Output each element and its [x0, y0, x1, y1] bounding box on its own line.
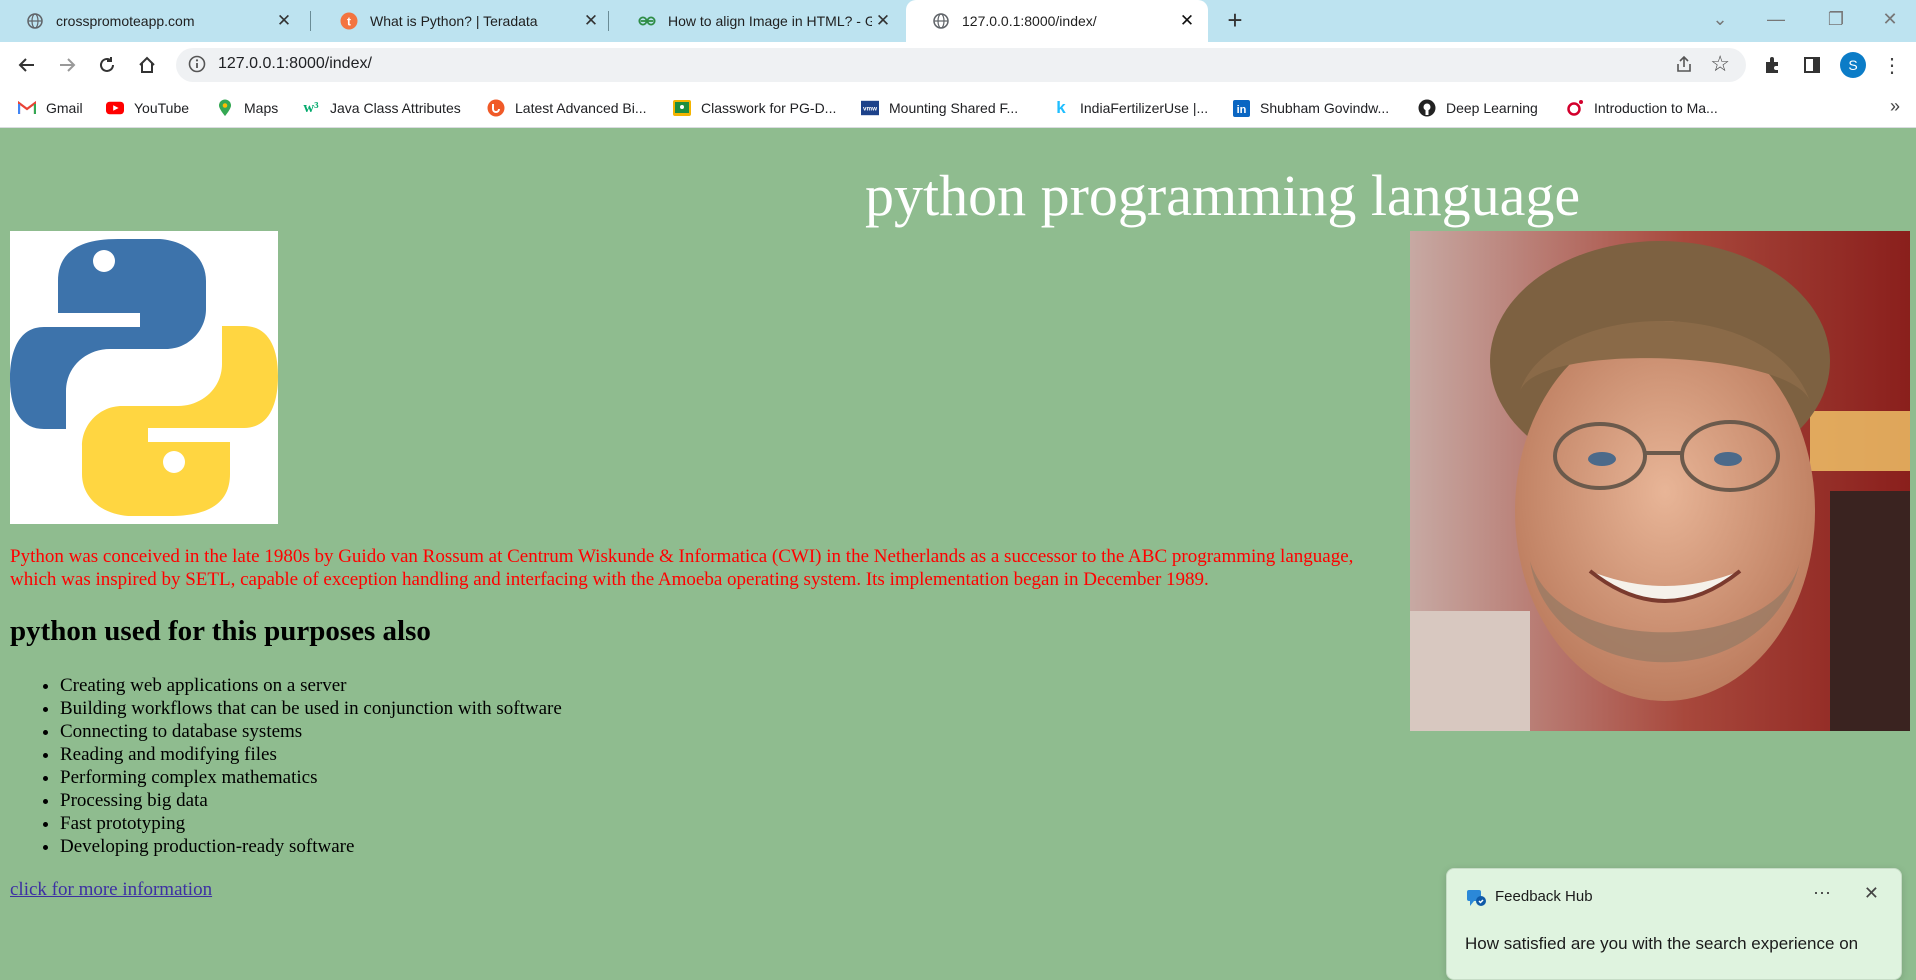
- bookmark-label: Latest Advanced Bi...: [515, 100, 647, 116]
- tab-title: What is Python? | Teradata: [370, 13, 538, 29]
- url-text[interactable]: 127.0.0.1:8000/index/: [218, 55, 372, 73]
- list-item: Reading and modifying files: [60, 743, 562, 766]
- reload-icon[interactable]: [93, 51, 121, 79]
- more-options-icon[interactable]: ⋯: [1813, 883, 1831, 904]
- page-title: python programming language: [865, 163, 1581, 228]
- bookmark-java-class-attributes[interactable]: w³ Java Class Attributes: [302, 88, 461, 128]
- feedback-hub-icon: [1465, 887, 1487, 909]
- window-close-icon[interactable]: ✕: [1860, 0, 1916, 42]
- page-content: python programming language Python was c…: [0, 128, 1916, 957]
- purposes-list: Creating web applications on a server Bu…: [10, 674, 562, 858]
- feedback-hub-title: Feedback Hub: [1495, 888, 1593, 905]
- bookmark-mounting-shared[interactable]: vmw Mounting Shared F...: [861, 88, 1018, 128]
- tab-separator: [608, 11, 609, 31]
- close-icon[interactable]: ✕: [872, 11, 894, 31]
- list-item: Connecting to database systems: [60, 720, 562, 743]
- extensions-icon[interactable]: [1758, 51, 1786, 79]
- oreilly-icon: [1566, 99, 1584, 117]
- teradata-icon: t: [340, 12, 358, 30]
- close-icon[interactable]: ✕: [1864, 883, 1879, 904]
- list-item: Fast prototyping: [60, 812, 562, 835]
- bookmark-linkedin[interactable]: in Shubham Govindw...: [1232, 88, 1389, 128]
- close-icon[interactable]: ✕: [273, 11, 295, 31]
- close-icon[interactable]: ✕: [1176, 11, 1198, 31]
- profile-avatar[interactable]: S: [1840, 52, 1866, 78]
- bookmark-label: Java Class Attributes: [330, 100, 461, 116]
- python-logo-image: [10, 231, 278, 524]
- bookmarks-overflow-button[interactable]: »: [1890, 96, 1900, 117]
- share-icon[interactable]: [1674, 54, 1694, 79]
- bookmark-label: Shubham Govindw...: [1260, 100, 1390, 116]
- bookmark-star-icon[interactable]: ☆: [1710, 51, 1730, 77]
- close-icon[interactable]: ✕: [580, 11, 602, 31]
- bookmark-label: Gmail: [46, 100, 83, 116]
- intro-paragraph: Python was conceived in the late 1980s b…: [10, 546, 1354, 590]
- menu-kebab-icon[interactable]: ⋮: [1878, 51, 1906, 79]
- bookmark-label: YouTube: [134, 100, 190, 116]
- bookmarks-bar: Gmail YouTube Maps w³ Java Class Attribu…: [0, 88, 1916, 128]
- home-icon[interactable]: [133, 51, 161, 79]
- github-icon: [1418, 99, 1436, 117]
- forward-arrow-icon[interactable]: [53, 51, 81, 79]
- bookmark-deep-learning[interactable]: Deep Learning: [1418, 88, 1538, 128]
- bookmark-classwork[interactable]: Classwork for PG-D...: [673, 88, 836, 128]
- bookmark-latest-advanced[interactable]: Latest Advanced Bi...: [487, 88, 647, 128]
- vmware-icon: vmw: [861, 99, 879, 117]
- new-tab-button[interactable]: +: [1220, 6, 1250, 36]
- maps-icon: [216, 99, 234, 117]
- youtube-icon: [106, 99, 124, 117]
- bookmark-introduction[interactable]: Introduction to Ma...: [1566, 88, 1718, 128]
- svg-text:in: in: [1236, 104, 1246, 116]
- address-bar[interactable]: 127.0.0.1:8000/index/ ☆: [176, 48, 1746, 82]
- gfg-icon: [638, 12, 656, 30]
- list-item: Building workflows that can be used in c…: [60, 697, 562, 720]
- back-arrow-icon[interactable]: [13, 51, 41, 79]
- tab-gfg[interactable]: How to align Image in HTML? - G ✕: [612, 0, 904, 42]
- list-item: Processing big data: [60, 789, 562, 812]
- guido-van-rossum-photo: [1410, 231, 1910, 731]
- toolbar: 127.0.0.1:8000/index/ ☆ S ⋮: [0, 42, 1916, 88]
- globe-icon: [26, 12, 44, 30]
- section-heading: python used for this purposes also: [10, 615, 431, 647]
- kaggle-icon: k: [1056, 98, 1066, 117]
- list-item: Creating web applications on a server: [60, 674, 562, 697]
- tab-separator: [310, 11, 311, 31]
- list-item: Developing production-ready software: [60, 835, 562, 858]
- bookmark-label: Maps: [244, 100, 279, 116]
- bookmark-gmail[interactable]: Gmail: [18, 88, 83, 128]
- linkedin-icon: in: [1232, 99, 1250, 117]
- tab-title: 127.0.0.1:8000/index/: [962, 13, 1097, 29]
- site-info-icon[interactable]: [188, 55, 208, 75]
- restore-icon[interactable]: ❐: [1806, 0, 1866, 42]
- svg-text:t: t: [347, 15, 351, 29]
- bookmark-label: Deep Learning: [1446, 100, 1538, 116]
- svg-text:vmw: vmw: [863, 106, 877, 113]
- tab-strip: crosspromoteapp.com ✕ t What is Python? …: [0, 0, 1916, 42]
- side-panel-icon[interactable]: [1798, 51, 1826, 79]
- minimize-icon[interactable]: —: [1746, 0, 1806, 42]
- bookmark-label: Mounting Shared F...: [889, 100, 1019, 116]
- list-item: Performing complex mathematics: [60, 766, 562, 789]
- tab-search-icon[interactable]: ⌄: [1690, 0, 1750, 42]
- tab-title: crosspromoteapp.com: [56, 13, 195, 29]
- globe-icon: [932, 12, 950, 30]
- bookmark-label: Classwork for PG-D...: [701, 100, 837, 116]
- bookmark-indiafertilizer[interactable]: k IndiaFertilizerUse |...: [1052, 88, 1208, 128]
- tab-title: How to align Image in HTML? - G: [668, 13, 872, 29]
- tab-localhost-active[interactable]: 127.0.0.1:8000/index/ ✕: [906, 0, 1208, 42]
- gmail-icon: [18, 99, 36, 117]
- bookmark-maps[interactable]: Maps: [216, 88, 278, 128]
- tab-crosspromoteapp[interactable]: crosspromoteapp.com ✕: [0, 0, 305, 42]
- bookmark-youtube[interactable]: YouTube: [106, 88, 189, 128]
- bookmark-label: IndiaFertilizerUse |...: [1080, 100, 1209, 116]
- classroom-icon: [673, 99, 691, 117]
- w3schools-icon: w³: [303, 99, 319, 116]
- bookmark-site-icon: [487, 99, 505, 117]
- more-information-link[interactable]: click for more information: [10, 879, 212, 901]
- tab-teradata[interactable]: t What is Python? | Teradata ✕: [314, 0, 612, 42]
- feedback-question: How satisfied are you with the search ex…: [1465, 934, 1859, 953]
- bookmark-label: Introduction to Ma...: [1594, 100, 1718, 116]
- feedback-hub-toast[interactable]: Feedback Hub ⋯ ✕ How satisfied are you w…: [1446, 868, 1902, 980]
